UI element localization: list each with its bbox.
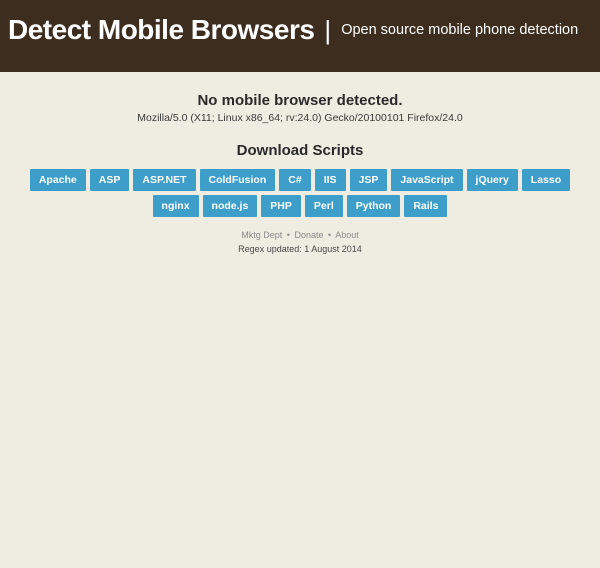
download-button-python[interactable]: Python [347, 195, 401, 217]
download-button-php[interactable]: PHP [261, 195, 301, 217]
detection-heading: No mobile browser detected. [0, 92, 600, 109]
download-button-nodejs[interactable]: node.js [203, 195, 258, 217]
regex-updated-date: 1 August 2014 [304, 244, 362, 254]
user-agent-string: Mozilla/5.0 (X11; Linux x86_64; rv:24.0)… [0, 112, 600, 124]
download-buttons-container: Apache ASP ASP.NET ColdFusion C# IIS JSP… [0, 169, 600, 217]
download-button-iis[interactable]: IIS [315, 169, 346, 191]
download-button-asp[interactable]: ASP [90, 169, 130, 191]
download-button-nginx[interactable]: nginx [153, 195, 199, 217]
page-header: Detect Mobile Browsers | Open source mob… [0, 0, 600, 72]
download-button-lasso[interactable]: Lasso [522, 169, 570, 191]
download-button-aspnet[interactable]: ASP.NET [133, 169, 195, 191]
download-heading: Download Scripts [0, 142, 600, 159]
site-tagline: Open source mobile phone detection [341, 22, 578, 38]
download-button-jquery[interactable]: jQuery [467, 169, 518, 191]
footer-separator: • [287, 230, 290, 240]
regex-updated-label: Regex updated: [238, 244, 302, 254]
page-footer: Mktg Dept • Donate • About Regex updated… [0, 229, 600, 256]
download-button-apache[interactable]: Apache [30, 169, 86, 191]
footer-link-donate[interactable]: Donate [294, 230, 323, 240]
download-button-coldfusion[interactable]: ColdFusion [200, 169, 276, 191]
download-button-rails[interactable]: Rails [404, 195, 447, 217]
main-content: No mobile browser detected. Mozilla/5.0 … [0, 72, 600, 256]
footer-separator: • [328, 230, 331, 240]
download-button-csharp[interactable]: C# [279, 169, 310, 191]
download-button-perl[interactable]: Perl [305, 195, 343, 217]
footer-link-about[interactable]: About [335, 230, 359, 240]
download-button-javascript[interactable]: JavaScript [391, 169, 462, 191]
site-title: Detect Mobile Browsers [8, 14, 314, 46]
download-button-jsp[interactable]: JSP [350, 169, 388, 191]
footer-link-mktg[interactable]: Mktg Dept [241, 230, 282, 240]
header-divider: | [324, 15, 331, 46]
